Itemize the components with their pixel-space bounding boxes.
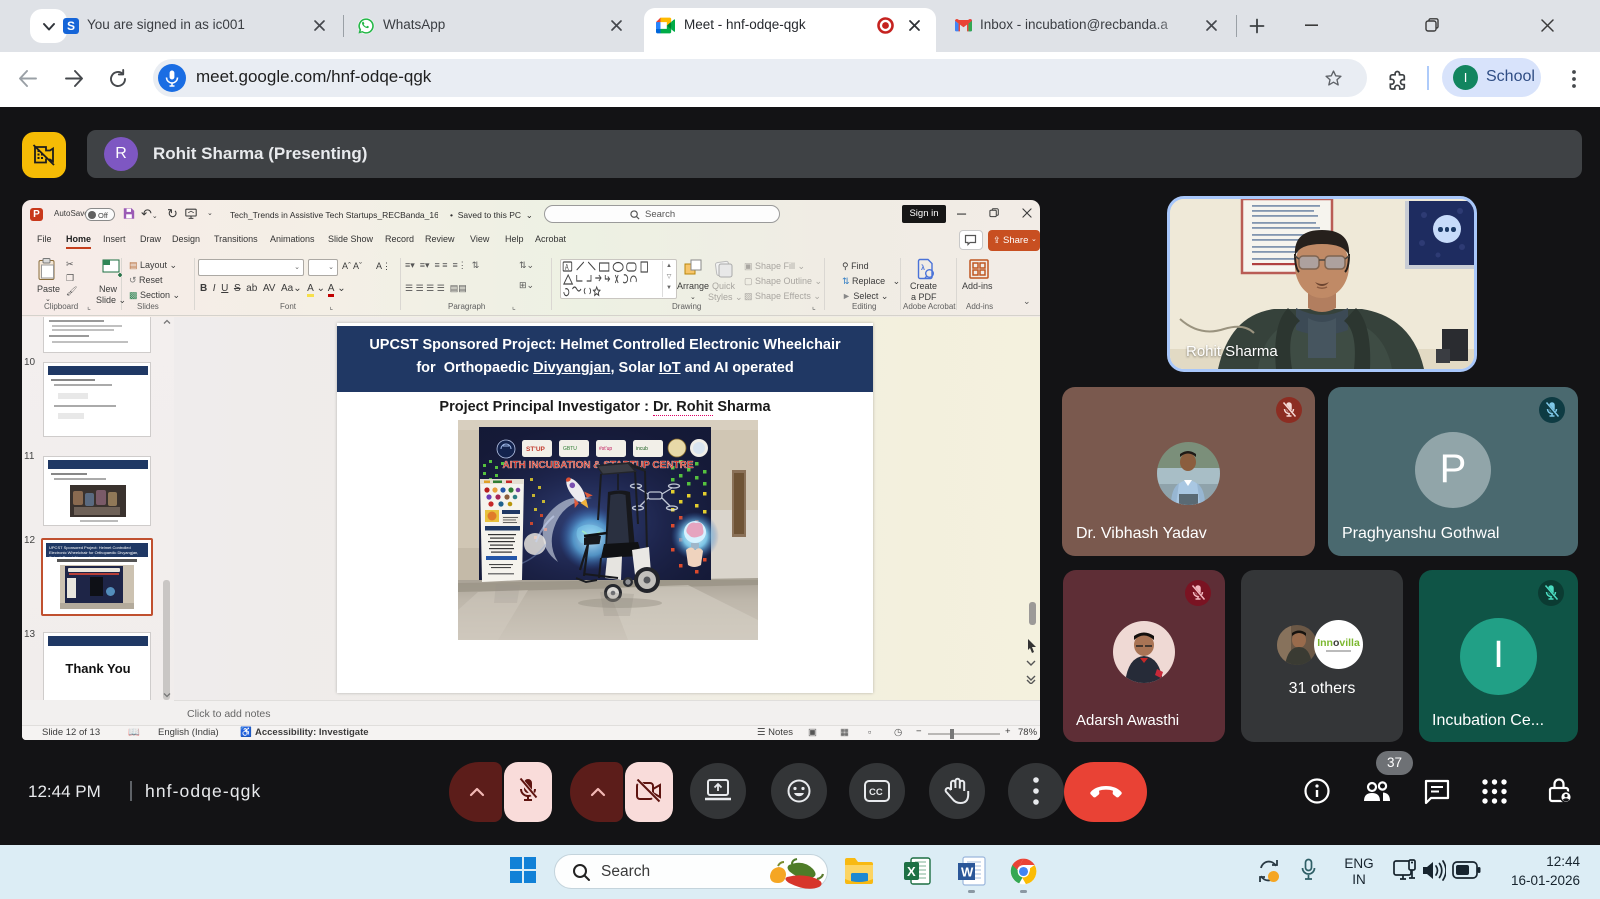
svg-text:#st'up: #st'up bbox=[599, 446, 612, 452]
svg-text:GBTU: GBTU bbox=[563, 446, 577, 452]
svg-text:W: W bbox=[961, 865, 974, 880]
svg-text:A: A bbox=[565, 264, 569, 272]
svg-text:incub: incub bbox=[636, 446, 648, 452]
svg-text:λ: λ bbox=[921, 264, 925, 272]
svg-text:X: X bbox=[907, 864, 916, 879]
svg-text:CC: CC bbox=[869, 787, 883, 798]
svg-text:ST'UP: ST'UP bbox=[526, 446, 546, 453]
